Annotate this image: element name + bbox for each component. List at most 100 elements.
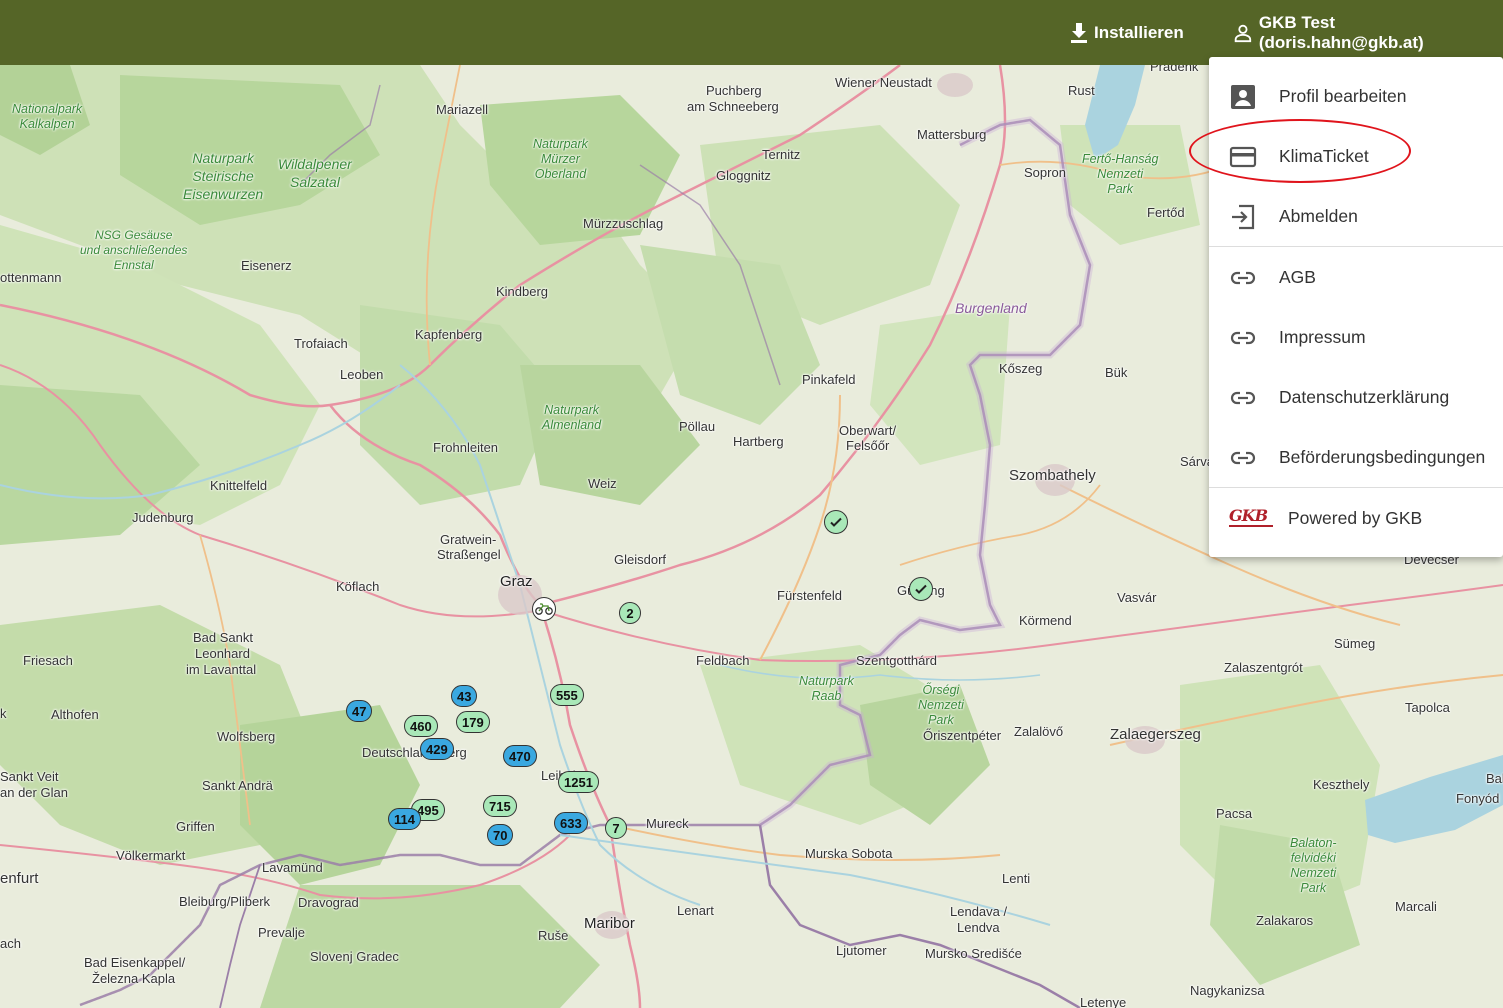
- cluster-marker[interactable]: 1251: [558, 771, 599, 793]
- gkb-logo: GKB: [1229, 508, 1275, 528]
- place-label: Szentgotthárd: [856, 653, 937, 668]
- place-label: Zalaszentgrót: [1224, 660, 1303, 675]
- logout-icon: [1232, 204, 1255, 230]
- place-label: Griffen: [176, 819, 215, 834]
- place-label: Bleiburg/Pliberk: [179, 894, 271, 909]
- place-label: Trofaiach: [294, 336, 348, 351]
- place-label: Friesach: [23, 653, 73, 668]
- region-label: Burgenland: [955, 300, 1027, 316]
- park-label: Naturpark Almenland: [542, 403, 602, 432]
- menu-item-terms[interactable]: Beförderungsbedingungen: [1209, 427, 1503, 487]
- cluster-marker[interactable]: 114: [388, 808, 421, 830]
- place-label: Lenti: [1002, 871, 1031, 886]
- menu-item-powered-by[interactable]: GKB Powered by GKB: [1209, 488, 1503, 548]
- cluster-marker[interactable]: 429: [420, 738, 454, 760]
- place-label: Mattersburg: [917, 127, 987, 142]
- credit-card-icon: [1229, 146, 1257, 168]
- place-label: Fertőd: [1147, 205, 1185, 220]
- menu-item-impressum[interactable]: Impressum: [1209, 307, 1503, 367]
- user-label: GKB Test (doris.hahn@gkb.at): [1258, 13, 1424, 52]
- place-label: Prevalje: [258, 925, 305, 940]
- cluster-marker[interactable]: 47: [346, 700, 373, 722]
- place-label: Althofen: [51, 707, 99, 722]
- park-label: Balaton-felvidéki Nemzeti Park: [1290, 836, 1337, 895]
- place-label: Železna Kapla: [92, 971, 176, 986]
- account-box-icon: [1231, 85, 1255, 109]
- park-label: Wildalpener Salzatal: [278, 156, 352, 190]
- place-label: Mureck: [646, 816, 689, 831]
- cluster-marker[interactable]: 460: [404, 715, 438, 737]
- park-label: Nationalpark Kalkalpen: [12, 102, 83, 131]
- place-label: Völkermarkt: [116, 848, 186, 863]
- top-app-bar: Installieren GKB Test (doris.hahn@gkb.at…: [0, 0, 1503, 65]
- place-label: Zalalövő: [1014, 724, 1064, 739]
- park-label: Fertő-Hanság Nemzeti Park: [1082, 152, 1159, 196]
- place-label: Nagykanizsa: [1190, 983, 1265, 998]
- place-label: Körmend: [1019, 613, 1072, 628]
- place-label: Sankt Veit: [0, 769, 59, 784]
- cluster-marker[interactable]: 70: [487, 824, 514, 846]
- cluster-marker[interactable]: 179: [456, 711, 490, 733]
- place-label: Bal: [1486, 771, 1503, 786]
- place-label: Judenburg: [132, 510, 194, 525]
- place-label: Slovenj Gradec: [310, 949, 399, 964]
- place-label: Ljutomer: [836, 943, 887, 958]
- menu-item-label: AGB: [1279, 266, 1316, 287]
- place-label: Leonhard: [195, 646, 250, 661]
- bike-station-marker[interactable]: [532, 597, 556, 621]
- place-label: Puchberg: [706, 83, 762, 98]
- place-label: Keszthely: [1313, 777, 1370, 792]
- place-label: Felsőőr: [846, 438, 890, 453]
- cluster-marker[interactable]: 633: [554, 812, 588, 834]
- place-label: Kőszeg: [999, 361, 1043, 376]
- place-label: Letenye: [1080, 995, 1127, 1008]
- park-label: Naturpark Raab: [799, 674, 854, 703]
- menu-item-logout[interactable]: Abmelden: [1209, 186, 1503, 246]
- place-label: Mariazell: [436, 102, 489, 117]
- cluster-marker[interactable]: 555: [550, 684, 584, 706]
- place-label: Ruše: [538, 928, 569, 943]
- station-check-marker[interactable]: [824, 510, 848, 534]
- menu-item-privacy[interactable]: Datenschutzerklärung: [1209, 367, 1503, 427]
- cluster-marker[interactable]: 43: [451, 685, 478, 707]
- link-icon: [1230, 391, 1256, 405]
- cluster-marker[interactable]: 2: [619, 602, 641, 624]
- place-label: Eisenerz: [241, 258, 292, 273]
- menu-item-agb[interactable]: AGB: [1209, 247, 1503, 307]
- station-check-marker[interactable]: [909, 577, 933, 601]
- cluster-marker[interactable]: 470: [503, 745, 537, 767]
- place-label: Pacsa: [1216, 806, 1253, 821]
- place-label: Pradenk: [1150, 65, 1199, 74]
- place-label: Dravograd: [298, 895, 359, 910]
- place-label: am Schneeberg: [687, 99, 779, 114]
- place-label: Leoben: [340, 367, 384, 382]
- place-label: Weiz: [588, 476, 617, 491]
- bicycle-icon: [535, 603, 553, 615]
- cluster-marker[interactable]: 715: [483, 795, 517, 817]
- menu-item-profile[interactable]: Profil bearbeiten: [1209, 66, 1503, 126]
- menu-item-label: Abmelden: [1279, 205, 1358, 226]
- place-label: Mursko Središće: [925, 946, 1022, 961]
- download-icon: [1071, 23, 1087, 43]
- place-label: Lenart: [677, 903, 714, 918]
- install-button[interactable]: Installieren: [1069, 19, 1184, 47]
- link-icon: [1230, 331, 1256, 345]
- place-label: Gratwein-: [440, 532, 497, 547]
- check-icon: [830, 517, 842, 527]
- place-label: Bük: [1105, 365, 1128, 380]
- place-label: Frohnleiten: [433, 440, 499, 455]
- place-label: Gloggnitz: [716, 168, 771, 183]
- place-label: Straßengel: [437, 547, 501, 562]
- park-label: NSG Gesäuse und anschließendes Ennstal: [80, 228, 188, 272]
- place-label: Sümeg: [1334, 636, 1376, 651]
- place-label: enfurt: [0, 870, 39, 887]
- place-label: Zalaegerszeg: [1110, 726, 1201, 743]
- menu-item-klimaticket[interactable]: KlimaTicket: [1209, 126, 1503, 186]
- place-label: im Lavanttal: [186, 662, 257, 677]
- place-label: Bad Sankt: [193, 630, 253, 645]
- place-label: Őriszentpéter: [923, 728, 1002, 743]
- place-label: Lendva: [957, 920, 1000, 935]
- user-menu-button[interactable]: GKB Test (doris.hahn@gkb.at): [1232, 13, 1503, 52]
- place-label: Bad Eisenkappel/: [84, 955, 186, 970]
- cluster-marker[interactable]: 7: [605, 817, 627, 839]
